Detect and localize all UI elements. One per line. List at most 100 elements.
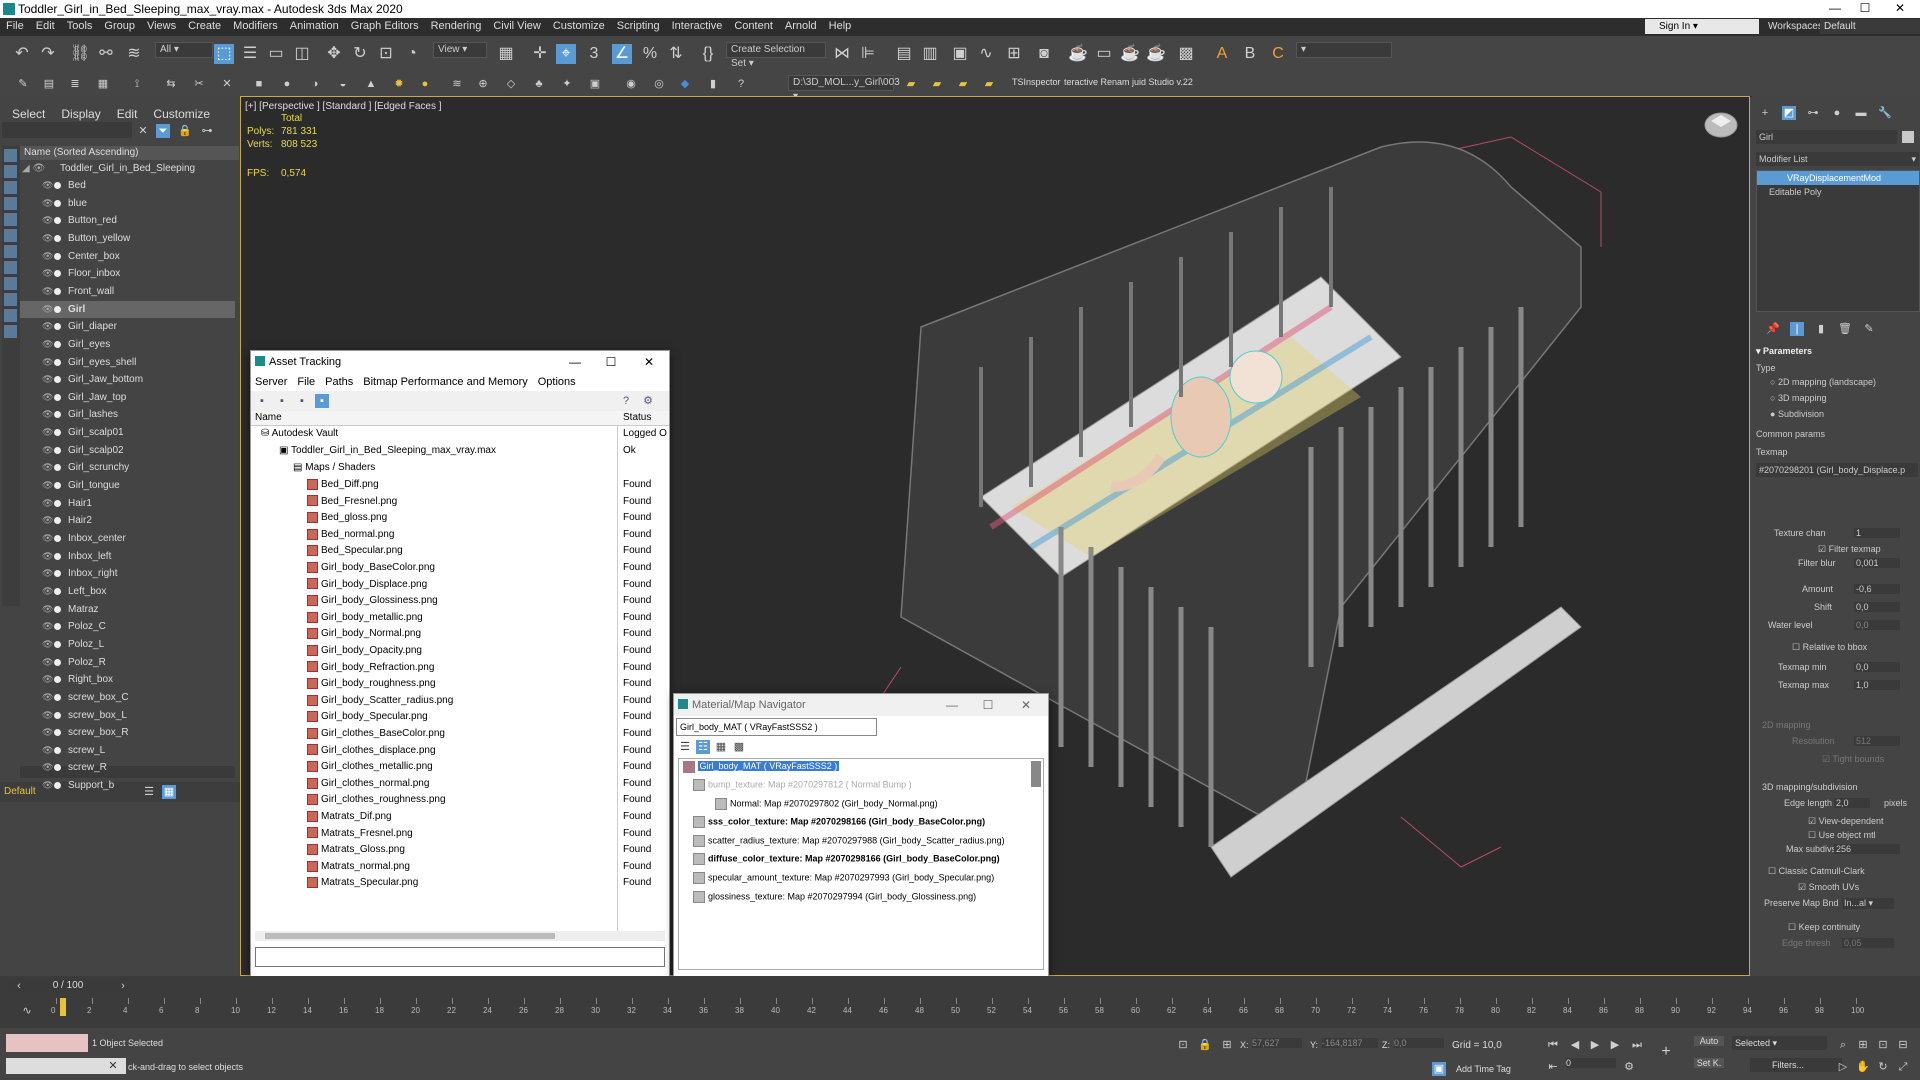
- material-map-item[interactable]: Normal: Map #2070297802 (Girl_body_Norma…: [715, 797, 938, 810]
- mn-minimize-button[interactable]: —: [938, 694, 966, 716]
- zoom-icon[interactable]: ⌕: [1836, 1038, 1850, 1052]
- rendered-frame-window-icon[interactable]: ▭: [1094, 44, 1114, 64]
- hidden-filter-icon[interactable]: [4, 325, 17, 338]
- visibility-icon[interactable]: 👁: [42, 654, 53, 671]
- display-tab-icon[interactable]: ▬: [1854, 106, 1868, 120]
- scene-object-row[interactable]: 👁 screw_L: [20, 742, 235, 759]
- scene-object-row[interactable]: 👁 Inbox_left: [20, 548, 235, 565]
- visibility-icon[interactable]: 👁: [42, 212, 53, 229]
- at-vault-row[interactable]: ⛁ Autodesk Vault: [261, 426, 338, 442]
- texture-chan-spinner[interactable]: 1: [1854, 528, 1900, 538]
- scene-object-row[interactable]: 👁 screw_box_L: [20, 707, 235, 724]
- named-selection-dropdown[interactable]: Create Selection Set ▾: [726, 42, 826, 69]
- asset-map-row[interactable]: Girl_body_Opacity.png: [307, 643, 422, 659]
- script-close-icon[interactable]: ✕: [106, 1059, 120, 1073]
- bind-spacewarp-icon[interactable]: ≋: [124, 44, 144, 64]
- visibility-icon[interactable]: 👁: [42, 530, 53, 547]
- filter-blur-spinner[interactable]: 0,001: [1854, 558, 1900, 568]
- visibility-icon[interactable]: 👁: [42, 636, 53, 653]
- zoom-extents-all-icon[interactable]: ⊟: [1896, 1038, 1910, 1052]
- visibility-icon[interactable]: 👁: [42, 195, 53, 212]
- menu-content[interactable]: Content: [728, 18, 779, 34]
- amount-spinner[interactable]: -0,6: [1854, 584, 1900, 594]
- prev-frame-icon[interactable]: ◀: [1568, 1038, 1582, 1052]
- visibility-icon[interactable]: 👁: [42, 389, 53, 406]
- align-icon[interactable]: ⊫: [858, 44, 878, 64]
- play-icon[interactable]: ▶: [1588, 1038, 1602, 1052]
- add-time-tag[interactable]: Add Time Tag: [1456, 1064, 1511, 1074]
- asset-map-row[interactable]: Girl_body_Specular.png: [307, 709, 428, 725]
- arnold-a-icon[interactable]: A: [1212, 44, 1232, 64]
- light-icon[interactable]: ◑: [308, 77, 322, 91]
- link-icon[interactable]: ⛓: [70, 44, 90, 64]
- menu-civil-view[interactable]: Civil View: [487, 18, 546, 34]
- grid-icon[interactable]: ▦: [96, 77, 110, 91]
- scene-object-row[interactable]: 👁 screw_box_R: [20, 724, 235, 741]
- scene-object-row[interactable]: 👁 screw_R: [20, 759, 235, 776]
- set-key-icon[interactable]: +: [1656, 1042, 1676, 1062]
- motion-tab-icon[interactable]: ●: [1830, 106, 1844, 120]
- help-icon[interactable]: ?: [734, 77, 748, 91]
- material-map-item[interactable]: sss_color_texture: Map #2070298166 (Girl…: [693, 816, 985, 829]
- script-input[interactable]: ✕: [6, 1058, 126, 1074]
- column-header[interactable]: Name (Sorted Ascending): [20, 146, 239, 160]
- scene-object-row[interactable]: 👁 Bed: [20, 177, 235, 194]
- texmap-button[interactable]: #2070298201 (Girl_body_Displace.p: [1756, 463, 1918, 477]
- asset-maximize-button[interactable]: ☐: [597, 351, 625, 373]
- project-path-dropdown[interactable]: D:\3D_MOL...y_Girl\003 ▾: [788, 75, 900, 102]
- layer-explorer-icon[interactable]: ▥: [920, 44, 940, 64]
- visibility-icon[interactable]: 👁: [42, 583, 53, 600]
- at-list-icon[interactable]: ▪: [275, 394, 289, 408]
- filter-icon[interactable]: ⏷: [156, 124, 170, 138]
- visibility-icon[interactable]: 👁: [42, 336, 53, 353]
- at-help-icon[interactable]: ?: [619, 394, 633, 408]
- asset-map-row[interactable]: Girl_body_Glossiness.png: [307, 593, 438, 609]
- spacewarp-filter-icon[interactable]: [4, 229, 17, 242]
- at-file-row[interactable]: ▣ Toddler_Girl_in_Bed_Sleeping_max_vray.…: [279, 443, 496, 459]
- set-key-button[interactable]: Set K.: [1694, 1058, 1724, 1068]
- time-config-icon[interactable]: ⚙: [1622, 1060, 1636, 1074]
- material-map-item[interactable]: scatter_radius_texture: Map #2070297988 …: [693, 834, 1005, 847]
- asset-map-row[interactable]: Girl_body_Normal.png: [307, 626, 421, 642]
- asset-tracking-titlebar[interactable]: Asset Tracking — ☐ ✕: [251, 351, 669, 373]
- mn-list-thumbs-icon[interactable]: ☷: [696, 740, 710, 754]
- select-manipulate-icon[interactable]: ✛: [530, 44, 550, 64]
- percent-snap-icon[interactable]: %: [640, 44, 660, 64]
- auto-key-button[interactable]: Auto: [1694, 1036, 1724, 1046]
- asset-minimize-button[interactable]: —: [561, 351, 589, 373]
- asset-map-row[interactable]: Girl_clothes_roughness.png: [307, 792, 446, 808]
- relative-bbox-checkbox[interactable]: ☐ Relative to bbox: [1792, 642, 1867, 653]
- asset-map-row[interactable]: Bed_Fresnel.png: [307, 494, 397, 510]
- viewport-label[interactable]: [+] [Perspective ] [Standard ] [Edged Fa…: [245, 101, 442, 112]
- asset-close-button[interactable]: ✕: [635, 351, 663, 373]
- selection-filter-dropdown[interactable]: All ▾: [155, 42, 213, 58]
- radio-subdivision[interactable]: ● Subdivision: [1770, 409, 1918, 419]
- save-icon[interactable]: ▤: [42, 77, 56, 91]
- sphere-icon[interactable]: ●: [280, 77, 294, 91]
- edge-thresh-spinner[interactable]: 0,05: [1842, 938, 1894, 948]
- material-editor-icon[interactable]: ◙: [1034, 44, 1054, 64]
- menu-file[interactable]: File: [0, 18, 30, 34]
- scene-object-row[interactable]: 👁 Girl_tongue: [20, 477, 235, 494]
- current-frame-marker[interactable]: [60, 998, 66, 1016]
- filters-button[interactable]: Filters...: [1750, 1058, 1842, 1072]
- scene-object-row[interactable]: 👁 Girl_eyes: [20, 336, 235, 353]
- scene-object-row[interactable]: 👁 Girl_scrunchy: [20, 459, 235, 476]
- scene-object-row[interactable]: 👁 Inbox_right: [20, 565, 235, 582]
- menu-interactive[interactable]: Interactive: [666, 18, 729, 34]
- helper-filter-icon[interactable]: [4, 213, 17, 226]
- visibility-icon[interactable]: 👁: [42, 371, 53, 388]
- stack-item-editable-poly[interactable]: Editable Poly: [1757, 185, 1919, 199]
- radio-2d-mapping[interactable]: ○ 2D mapping (landscape): [1770, 377, 1918, 387]
- visibility-icon[interactable]: 👁: [42, 283, 53, 300]
- scene-object-row[interactable]: 👁 Right_box: [20, 671, 235, 688]
- tab-customize[interactable]: Customize: [145, 104, 218, 124]
- visibility-icon[interactable]: 👁: [42, 406, 53, 423]
- edge-length-spinner[interactable]: 2,0: [1834, 798, 1870, 808]
- asset-map-row[interactable]: Girl_body_roughness.png: [307, 676, 436, 692]
- select-by-name-icon[interactable]: ☰: [240, 44, 260, 64]
- visibility-icon[interactable]: 👁: [42, 301, 53, 318]
- visibility-icon[interactable]: 👁: [42, 248, 53, 265]
- mn-scroll-thumb[interactable]: [1031, 761, 1041, 787]
- close-button[interactable]: ✕: [1885, 1, 1915, 15]
